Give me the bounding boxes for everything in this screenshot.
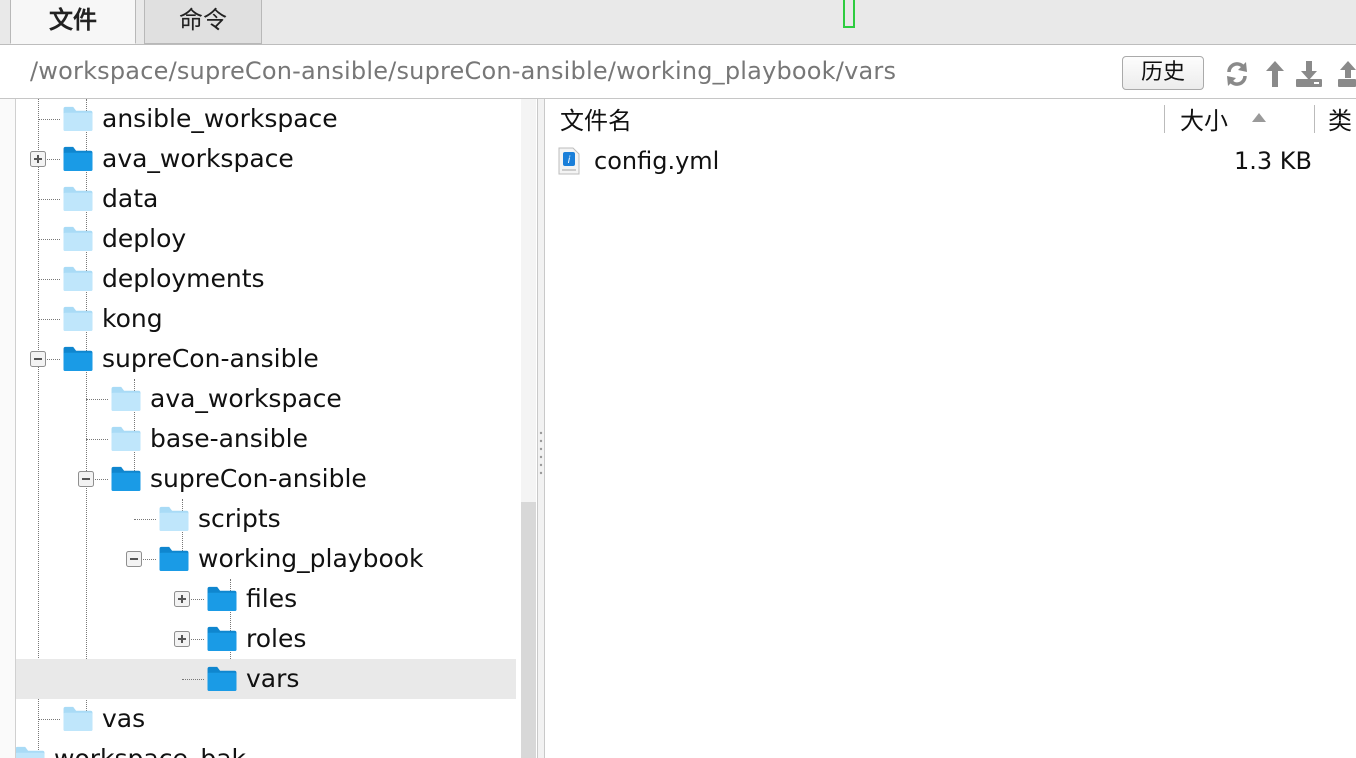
text-cursor bbox=[843, 0, 855, 28]
tree-item-label: ava_workspace bbox=[102, 144, 294, 173]
tree-item[interactable]: ava_workspace bbox=[16, 139, 516, 179]
tree-item[interactable]: deploy bbox=[16, 219, 516, 259]
download-icon[interactable] bbox=[1294, 59, 1324, 89]
folder-icon bbox=[159, 506, 189, 532]
file-list: 文件名 大小 类 i config.yml 1.3 KB bbox=[546, 99, 1356, 758]
tree-connector bbox=[38, 239, 60, 240]
tab-files[interactable]: 文件 bbox=[10, 0, 136, 44]
tab-commands[interactable]: 命令 bbox=[144, 0, 262, 44]
column-header-size[interactable]: 大小 bbox=[1180, 105, 1228, 137]
folder-icon bbox=[159, 546, 189, 572]
file-name: config.yml bbox=[594, 147, 720, 175]
file-size: 1.3 KB bbox=[1234, 147, 1312, 175]
folder-icon bbox=[207, 626, 237, 652]
folder-icon bbox=[207, 666, 237, 692]
tree-item[interactable]: ansible_workspace bbox=[16, 99, 516, 139]
folder-icon bbox=[111, 426, 141, 452]
file-row[interactable]: i config.yml 1.3 KB bbox=[546, 143, 1356, 179]
tree-item[interactable]: scripts bbox=[16, 499, 516, 539]
tree-item-label: ansible_workspace bbox=[102, 104, 338, 133]
upload-alt-icon[interactable] bbox=[1336, 59, 1356, 89]
tree-item[interactable]: working_playbook bbox=[16, 539, 516, 579]
expand-icon[interactable] bbox=[174, 631, 190, 647]
tree-item-label: files bbox=[246, 584, 298, 613]
tree-item[interactable]: kong bbox=[16, 299, 516, 339]
tab-bar: 文件 命令 bbox=[0, 0, 1356, 45]
splitter-grip-icon bbox=[539, 431, 543, 475]
current-path-input[interactable]: /workspace/supreCon-ansible/supreCon-ans… bbox=[30, 57, 896, 85]
tree-connector bbox=[38, 279, 60, 280]
tree-item[interactable]: vas bbox=[16, 699, 516, 739]
yaml-file-icon: i bbox=[558, 147, 580, 175]
folder-icon bbox=[63, 226, 93, 252]
folder-icon bbox=[111, 386, 141, 412]
collapse-icon[interactable] bbox=[126, 551, 142, 567]
collapse-icon[interactable] bbox=[30, 351, 46, 367]
tree-item[interactable]: data bbox=[16, 179, 516, 219]
left-edge-strip bbox=[0, 99, 16, 758]
tree-item-label: working_playbook bbox=[198, 544, 424, 573]
tree-item[interactable]: files bbox=[16, 579, 516, 619]
folder-icon bbox=[63, 146, 93, 172]
tree-connector bbox=[182, 679, 204, 680]
tree-connector bbox=[38, 719, 60, 720]
svg-text:i: i bbox=[568, 155, 571, 166]
folder-tree[interactable]: ansible_workspace ava_workspace data deploy… bbox=[16, 99, 536, 758]
folder-icon bbox=[63, 346, 93, 372]
upload-icon[interactable] bbox=[1262, 59, 1288, 89]
folder-icon bbox=[63, 106, 93, 132]
tree-item-label: roles bbox=[246, 624, 307, 653]
folder-icon bbox=[111, 466, 141, 492]
tree-item-label: vars bbox=[246, 664, 300, 693]
tree-connector bbox=[134, 519, 156, 520]
folder-icon bbox=[63, 186, 93, 212]
tree-item-label: scripts bbox=[198, 504, 281, 533]
tree-item-label: supreCon-ansible bbox=[102, 344, 319, 373]
pane-splitter[interactable] bbox=[537, 99, 545, 758]
tree-item-label: deployments bbox=[102, 264, 265, 293]
folder-icon bbox=[16, 746, 45, 758]
column-header-filename[interactable]: 文件名 bbox=[560, 105, 632, 137]
tree-connector bbox=[86, 399, 108, 400]
folder-icon bbox=[207, 586, 237, 612]
tree-item-label: deploy bbox=[102, 224, 187, 253]
folder-icon bbox=[63, 266, 93, 292]
tree-item[interactable]: supreCon-ansible bbox=[16, 339, 516, 379]
refresh-icon[interactable] bbox=[1222, 59, 1252, 89]
tree-connector bbox=[38, 199, 60, 200]
tree-scrollbar-thumb[interactable] bbox=[521, 502, 536, 758]
expand-icon[interactable] bbox=[174, 591, 190, 607]
collapse-icon[interactable] bbox=[78, 471, 94, 487]
column-separator[interactable] bbox=[1164, 105, 1165, 133]
sort-ascending-icon bbox=[1252, 113, 1266, 122]
tree-item[interactable]: base-ansible bbox=[16, 419, 516, 459]
column-header-type[interactable]: 类 bbox=[1328, 105, 1352, 137]
tree-connector bbox=[86, 439, 108, 440]
tree-item[interactable]: roles bbox=[16, 619, 516, 659]
tree-item-label: data bbox=[102, 184, 159, 213]
folder-icon bbox=[63, 306, 93, 332]
expand-icon[interactable] bbox=[30, 151, 46, 167]
column-separator[interactable] bbox=[1314, 105, 1315, 133]
tree-item[interactable]: ava_workspace bbox=[16, 379, 516, 419]
tree-item-label: vas bbox=[102, 704, 146, 733]
tree-item-label: kong bbox=[102, 304, 163, 333]
history-button[interactable]: 历史 bbox=[1122, 56, 1204, 90]
tree-item-label: workspace_bak bbox=[54, 743, 246, 758]
tree-item[interactable]: workspace_bak bbox=[16, 739, 516, 758]
path-bar: /workspace/supreCon-ansible/supreCon-ans… bbox=[0, 45, 1356, 99]
tree-item[interactable]: deployments bbox=[16, 259, 516, 299]
tree-item-label: supreCon-ansible bbox=[150, 464, 367, 493]
tree-item-label: ava_workspace bbox=[150, 384, 342, 413]
tree-item[interactable]: vars bbox=[16, 659, 516, 699]
tree-connector bbox=[38, 119, 60, 120]
tree-item[interactable]: supreCon-ansible bbox=[16, 459, 516, 499]
tree-connector bbox=[38, 319, 60, 320]
folder-icon bbox=[63, 706, 93, 732]
tree-item-label: base-ansible bbox=[150, 424, 308, 453]
